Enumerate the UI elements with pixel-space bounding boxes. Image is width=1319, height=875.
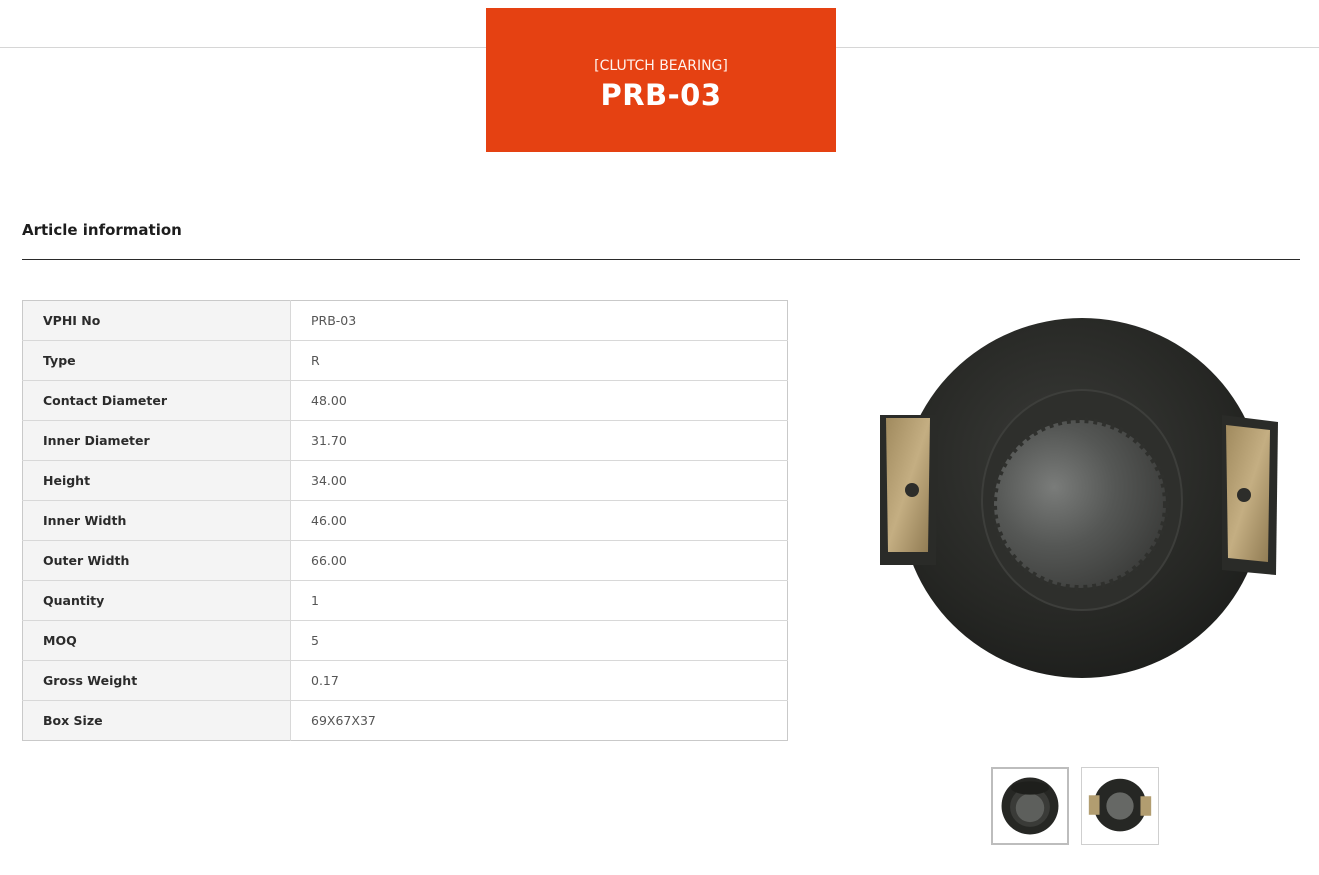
spec-row: VPHI No PRB-03 [22, 300, 788, 341]
thumbnail-side-view[interactable] [1081, 767, 1159, 845]
section-divider [22, 259, 1300, 260]
article-information-heading: Article information [22, 221, 182, 239]
spec-value: 66.00 [290, 540, 788, 581]
clutch-bearing-image [880, 318, 1278, 678]
spec-label: Quantity [22, 580, 291, 621]
spec-value: 5 [290, 620, 788, 661]
spec-label: Contact Diameter [22, 380, 291, 421]
spec-value: PRB-03 [311, 313, 357, 328]
spec-row: Box Size 69X67X37 [22, 700, 788, 741]
spec-label: Inner Diameter [22, 420, 291, 461]
spec-label: Box Size [22, 700, 291, 741]
product-main-image [866, 300, 1292, 700]
clutch-bearing-front-icon [1001, 777, 1059, 835]
spec-value: 0.17 [290, 660, 788, 701]
thumbnail-front-view[interactable] [991, 767, 1069, 845]
spec-row: Quantity 1 [22, 580, 788, 621]
spec-value: 46.00 [290, 500, 788, 541]
spec-label: VPHI No [22, 300, 291, 341]
article-spec-table: VPHI No PRB-03 Type R Contact Diameter 48.00 I… [22, 300, 788, 741]
clutch-bearing-side-icon [1088, 778, 1152, 832]
spec-value: 69X67X37 [290, 700, 788, 741]
spec-value: 48.00 [290, 380, 788, 421]
spec-label: Type [22, 340, 291, 381]
spec-label: Height [22, 460, 291, 501]
spec-row: Contact Diameter 48.00 [22, 380, 788, 421]
spec-label: Outer Width [22, 540, 291, 581]
spec-label: MOQ [22, 620, 291, 661]
spec-row: Inner Diameter 31.70 [22, 420, 788, 461]
product-title-banner: [CLUTCH BEARING] PRB-03 [486, 8, 836, 152]
spec-row: Inner Width 46.00 [22, 500, 788, 541]
spec-row: MOQ 5 [22, 620, 788, 661]
spec-row: Outer Width 66.00 [22, 540, 788, 581]
spec-row: Type R [22, 340, 788, 381]
spec-row: Gross Weight 0.17 [22, 660, 788, 701]
spec-value: 34.00 [290, 460, 788, 501]
product-category: [CLUTCH BEARING] [594, 58, 728, 74]
spec-label: Inner Width [22, 500, 291, 541]
spec-value: 1 [290, 580, 788, 621]
spec-value: R [290, 340, 788, 381]
spec-label: Gross Weight [22, 660, 291, 701]
product-model-title: PRB-03 [600, 78, 722, 112]
spec-row: Height 34.00 [22, 460, 788, 501]
spec-value: 31.70 [290, 420, 788, 461]
